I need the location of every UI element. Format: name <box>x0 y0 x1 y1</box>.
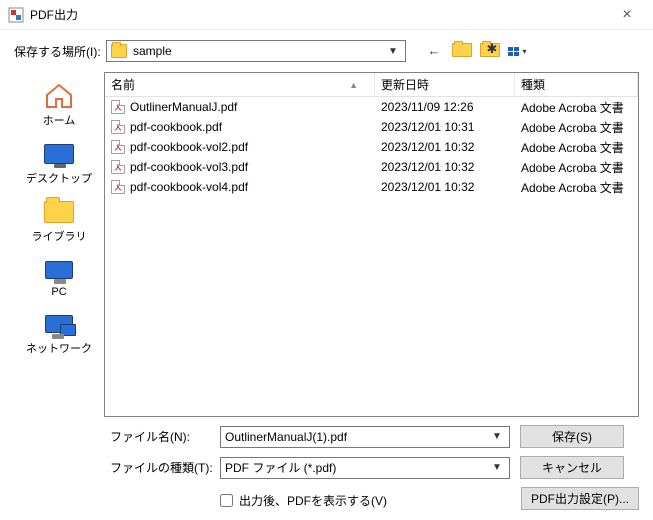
file-date-cell: 2023/12/01 10:32 <box>375 160 515 174</box>
sort-asc-icon: ▲ <box>349 80 368 90</box>
file-type-cell: Adobe Acroba 文書 <box>515 179 638 196</box>
view-menu-button[interactable]: ▾ <box>508 43 528 60</box>
file-date-cell: 2023/12/01 10:32 <box>375 180 515 194</box>
pdf-file-icon: 人 <box>111 180 125 194</box>
filename-input[interactable]: OutlinerManualJ(1).pdf ▼ <box>220 426 510 448</box>
file-name-cell: 人pdf-cookbook-vol3.pdf <box>105 160 375 174</box>
folder-icon <box>111 44 127 58</box>
pdf-settings-button[interactable]: PDF出力設定(P)... <box>521 487 639 510</box>
file-name-cell: 人pdf-cookbook.pdf <box>105 120 375 134</box>
file-name-cell: 人OutlinerManualJ.pdf <box>105 100 375 114</box>
file-name-cell: 人pdf-cookbook-vol2.pdf <box>105 140 375 154</box>
file-date-cell: 2023/12/01 10:31 <box>375 120 515 134</box>
sidebar-item-label: デスクトップ <box>26 170 92 186</box>
column-header-type[interactable]: 種類 <box>515 73 638 96</box>
pc-icon <box>42 256 76 284</box>
file-date-cell: 2023/12/01 10:32 <box>375 140 515 154</box>
close-button[interactable]: × <box>609 6 645 24</box>
table-row[interactable]: 人pdf-cookbook.pdf2023/12/01 10:31Adobe A… <box>105 117 638 137</box>
sidebar-item-desktop[interactable]: デスクトップ <box>14 136 104 194</box>
show-after-checkbox[interactable] <box>220 494 233 507</box>
filetype-select[interactable]: PDF ファイル (*.pdf) ▼ <box>220 457 510 479</box>
window-title: PDF出力 <box>30 6 609 23</box>
table-row[interactable]: 人pdf-cookbook-vol4.pdf2023/12/01 10:32Ad… <box>105 177 638 197</box>
pdf-file-icon: 人 <box>111 100 125 114</box>
save-in-label: 保存する場所(I): <box>14 43 106 60</box>
filename-value: OutlinerManualJ(1).pdf <box>225 430 489 444</box>
pdf-file-icon: 人 <box>111 140 125 154</box>
file-type-cell: Adobe Acroba 文書 <box>515 99 638 116</box>
sidebar-item-libraries[interactable]: ライブラリ <box>14 194 104 252</box>
sidebar-item-label: PC <box>51 286 66 298</box>
pdf-file-icon: 人 <box>111 160 125 174</box>
table-row[interactable]: 人pdf-cookbook-vol2.pdf2023/12/01 10:32Ad… <box>105 137 638 157</box>
chevron-down-icon: ▼ <box>489 431 505 442</box>
file-list: 名前▲ 更新日時 種類 人OutlinerManualJ.pdf2023/11/… <box>104 72 639 417</box>
new-folder-button[interactable]: ✱ <box>480 43 500 60</box>
file-name-cell: 人pdf-cookbook-vol4.pdf <box>105 180 375 194</box>
sidebar-item-network[interactable]: ネットワーク <box>14 306 104 364</box>
file-date-cell: 2023/11/09 12:26 <box>375 100 515 114</box>
save-in-value: sample <box>133 44 385 58</box>
sidebar-item-label: ライブラリ <box>32 228 87 244</box>
show-after-checkbox-row: 出力後、PDFを表示する(V) <box>110 492 387 509</box>
network-icon <box>42 310 76 338</box>
places-sidebar: ホーム デスクトップ ライブラリ PC ネットワーク <box>14 72 104 417</box>
file-type-cell: Adobe Acroba 文書 <box>515 159 638 176</box>
show-after-label: 出力後、PDFを表示する(V) <box>239 492 387 509</box>
folder-icon <box>42 198 76 226</box>
location-bar: 保存する場所(I): sample ▼ ← ✱ ▾ <box>0 30 653 72</box>
table-row[interactable]: 人OutlinerManualJ.pdf2023/11/09 12:26Adob… <box>105 97 638 117</box>
form-area: ファイル名(N): OutlinerManualJ(1).pdf ▼ 保存(S)… <box>0 417 653 520</box>
save-in-select[interactable]: sample ▼ <box>106 40 406 62</box>
sidebar-item-pc[interactable]: PC <box>14 252 104 306</box>
up-button[interactable] <box>452 43 472 60</box>
cancel-button[interactable]: キャンセル <box>520 456 624 479</box>
save-button[interactable]: 保存(S) <box>520 425 624 448</box>
nav-toolbar: ← ✱ ▾ <box>424 43 528 60</box>
pdf-file-icon: 人 <box>111 120 125 134</box>
sidebar-item-label: ホーム <box>43 112 76 128</box>
sidebar-item-home[interactable]: ホーム <box>14 78 104 136</box>
file-type-cell: Adobe Acroba 文書 <box>515 119 638 136</box>
chevron-down-icon: ▼ <box>385 46 401 57</box>
app-icon <box>8 7 24 23</box>
filetype-value: PDF ファイル (*.pdf) <box>225 459 489 476</box>
column-header-name[interactable]: 名前▲ <box>105 73 375 96</box>
column-header-date[interactable]: 更新日時 <box>375 73 515 96</box>
table-row[interactable]: 人pdf-cookbook-vol3.pdf2023/12/01 10:32Ad… <box>105 157 638 177</box>
title-bar: PDF出力 × <box>0 0 653 30</box>
back-button[interactable]: ← <box>424 43 444 60</box>
column-headers: 名前▲ 更新日時 種類 <box>105 73 638 97</box>
sidebar-item-label: ネットワーク <box>26 340 92 356</box>
home-icon <box>42 82 76 110</box>
desktop-icon <box>42 140 76 168</box>
filetype-label: ファイルの種類(T): <box>110 459 220 476</box>
file-type-cell: Adobe Acroba 文書 <box>515 139 638 156</box>
filename-label: ファイル名(N): <box>110 428 220 445</box>
chevron-down-icon: ▼ <box>489 462 505 473</box>
